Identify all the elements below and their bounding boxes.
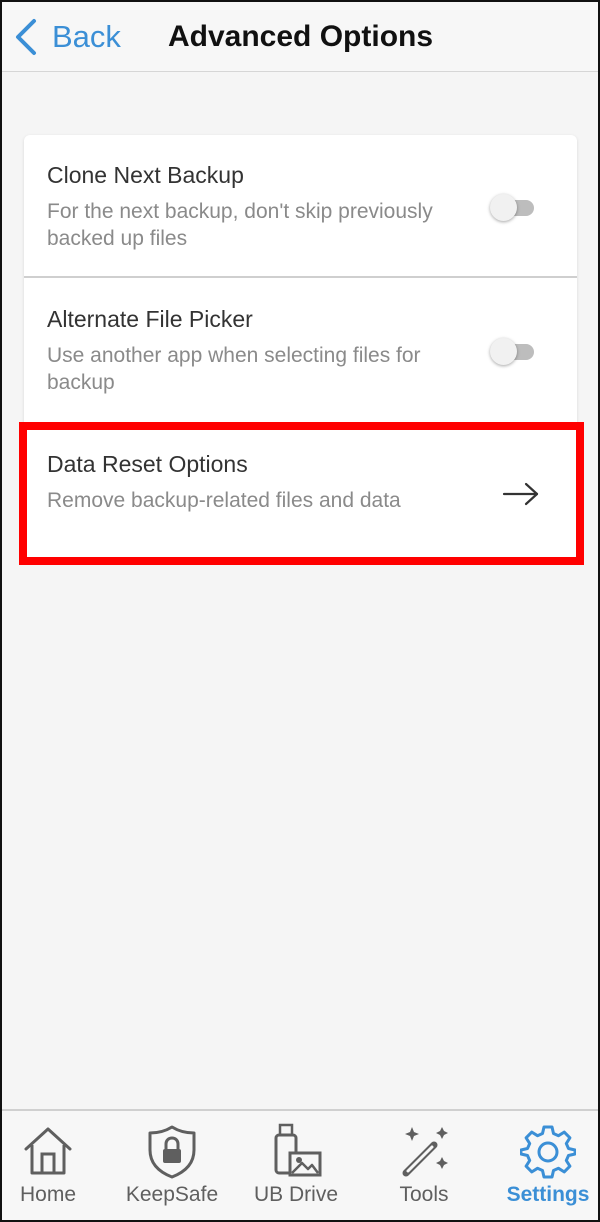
gear-icon: [520, 1125, 576, 1179]
setting-clone-next-backup: Clone Next Backup For the next backup, d…: [24, 135, 577, 277]
chevron-left-icon: [16, 19, 36, 55]
tab-tools[interactable]: Tools: [364, 1111, 484, 1220]
setting-description: Remove backup-related files and data: [47, 489, 401, 512]
tab-label: Tools: [399, 1183, 449, 1206]
settings-card: Clone Next Backup For the next backup, d…: [24, 135, 577, 559]
arrow-right-icon: [502, 482, 539, 506]
tab-label: Home: [19, 1183, 77, 1206]
tab-label: UB Drive: [253, 1183, 338, 1206]
setting-description: Use another app when selecting files for…: [47, 344, 421, 394]
tab-keepsafe[interactable]: KeepSafe: [112, 1111, 232, 1220]
setting-data-reset-options[interactable]: Data Reset Options Remove backup-related…: [24, 422, 577, 559]
tab-ub-drive[interactable]: UB Drive: [236, 1111, 356, 1220]
clone-next-backup-toggle[interactable]: [490, 194, 536, 221]
setting-description: For the next backup, don't skip previous…: [47, 200, 433, 250]
setting-title: Data Reset Options: [47, 451, 248, 477]
shield-lock-icon: [148, 1125, 196, 1179]
toggle-thumb: [490, 194, 517, 221]
toggle-thumb: [490, 338, 517, 365]
magic-wand-icon: [402, 1127, 448, 1177]
screen: Back Advanced Options Clone Next Backup …: [0, 0, 600, 1222]
page-title: Advanced Options: [168, 20, 434, 53]
bottom-tab-bar: Home KeepSafe UB Drive Tools Settings: [2, 1109, 598, 1220]
setting-alternate-file-picker: Alternate File Picker Use another app wh…: [24, 278, 577, 422]
tab-home[interactable]: Home: [2, 1111, 108, 1220]
home-icon: [24, 1127, 72, 1175]
tab-label: Settings: [506, 1183, 590, 1206]
nav-header: Back Advanced Options: [2, 2, 598, 72]
alternate-file-picker-toggle[interactable]: [490, 338, 536, 365]
setting-title: Alternate File Picker: [47, 306, 253, 332]
tab-settings[interactable]: Settings: [488, 1111, 598, 1220]
back-button[interactable]: Back: [12, 16, 121, 58]
back-label: Back: [52, 19, 121, 54]
setting-title: Clone Next Backup: [47, 162, 244, 188]
usb-drive-icon: [274, 1123, 322, 1177]
tab-label: KeepSafe: [125, 1183, 219, 1206]
